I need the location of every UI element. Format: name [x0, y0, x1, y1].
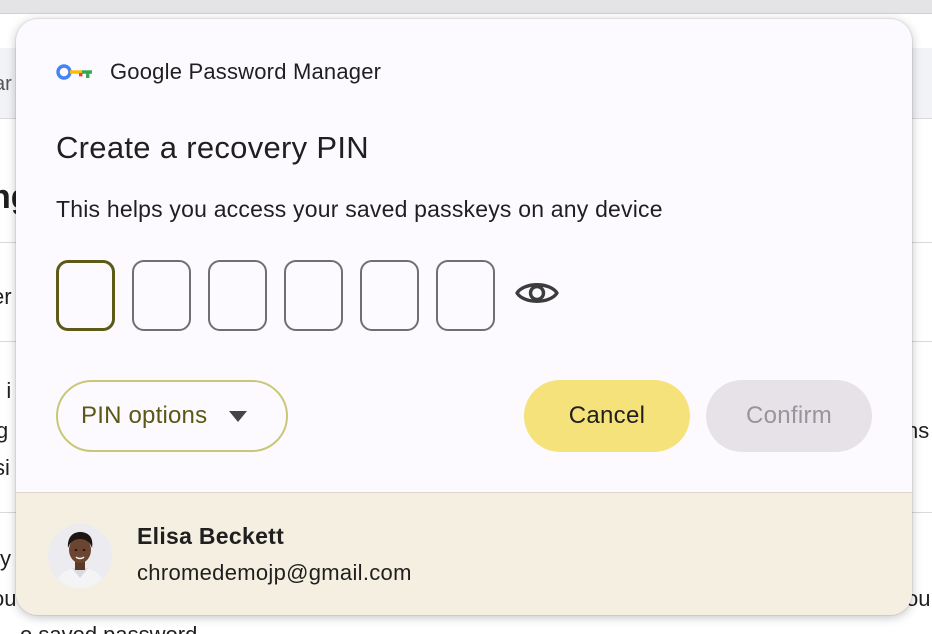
background-text: n i [0, 378, 12, 403]
caret-down-icon [229, 410, 248, 422]
background-text: ou [0, 586, 17, 611]
pin-digit-3[interactable] [208, 260, 267, 331]
cancel-button[interactable]: Cancel [524, 380, 690, 452]
browser-top-bar [0, 0, 932, 14]
brand-header: Google Password Manager [56, 57, 381, 87]
dialog-title: Create a recovery PIN [56, 130, 369, 165]
account-footer: Elisa Beckett chromedemojp@gmail.com [16, 492, 912, 615]
confirm-button[interactable]: Confirm [706, 380, 872, 452]
background-text: o saved password [20, 622, 197, 634]
show-pin-toggle[interactable] [514, 273, 560, 319]
cancel-label: Cancel [568, 402, 646, 429]
account-name: Elisa Beckett [137, 523, 285, 549]
pin-digit-6[interactable] [436, 260, 495, 331]
brand-name: Google Password Manager [110, 59, 382, 84]
pin-digit-5[interactable] [360, 260, 419, 331]
google-password-manager-key-icon [56, 62, 96, 82]
pin-options-button[interactable]: PIN options [56, 380, 288, 452]
recovery-pin-dialog: Google Password Manager Create a recover… [16, 19, 912, 615]
confirm-label: Confirm [745, 402, 833, 429]
avatar [48, 524, 112, 588]
background-text: g [0, 418, 9, 443]
pin-options-label: PIN options [81, 402, 208, 429]
pin-digit-1[interactable] [56, 260, 115, 331]
background-text: ar [0, 73, 12, 95]
background-text: y [0, 546, 11, 571]
background-text: si [0, 455, 10, 480]
dialog-subtitle: This helps you access your saved passkey… [56, 196, 663, 222]
pin-input-group [56, 260, 560, 331]
background-text: er [0, 284, 12, 309]
pin-digit-2[interactable] [132, 260, 191, 331]
pin-digit-4[interactable] [284, 260, 343, 331]
account-email: chromedemojp@gmail.com [137, 560, 412, 585]
eye-icon [515, 278, 559, 313]
